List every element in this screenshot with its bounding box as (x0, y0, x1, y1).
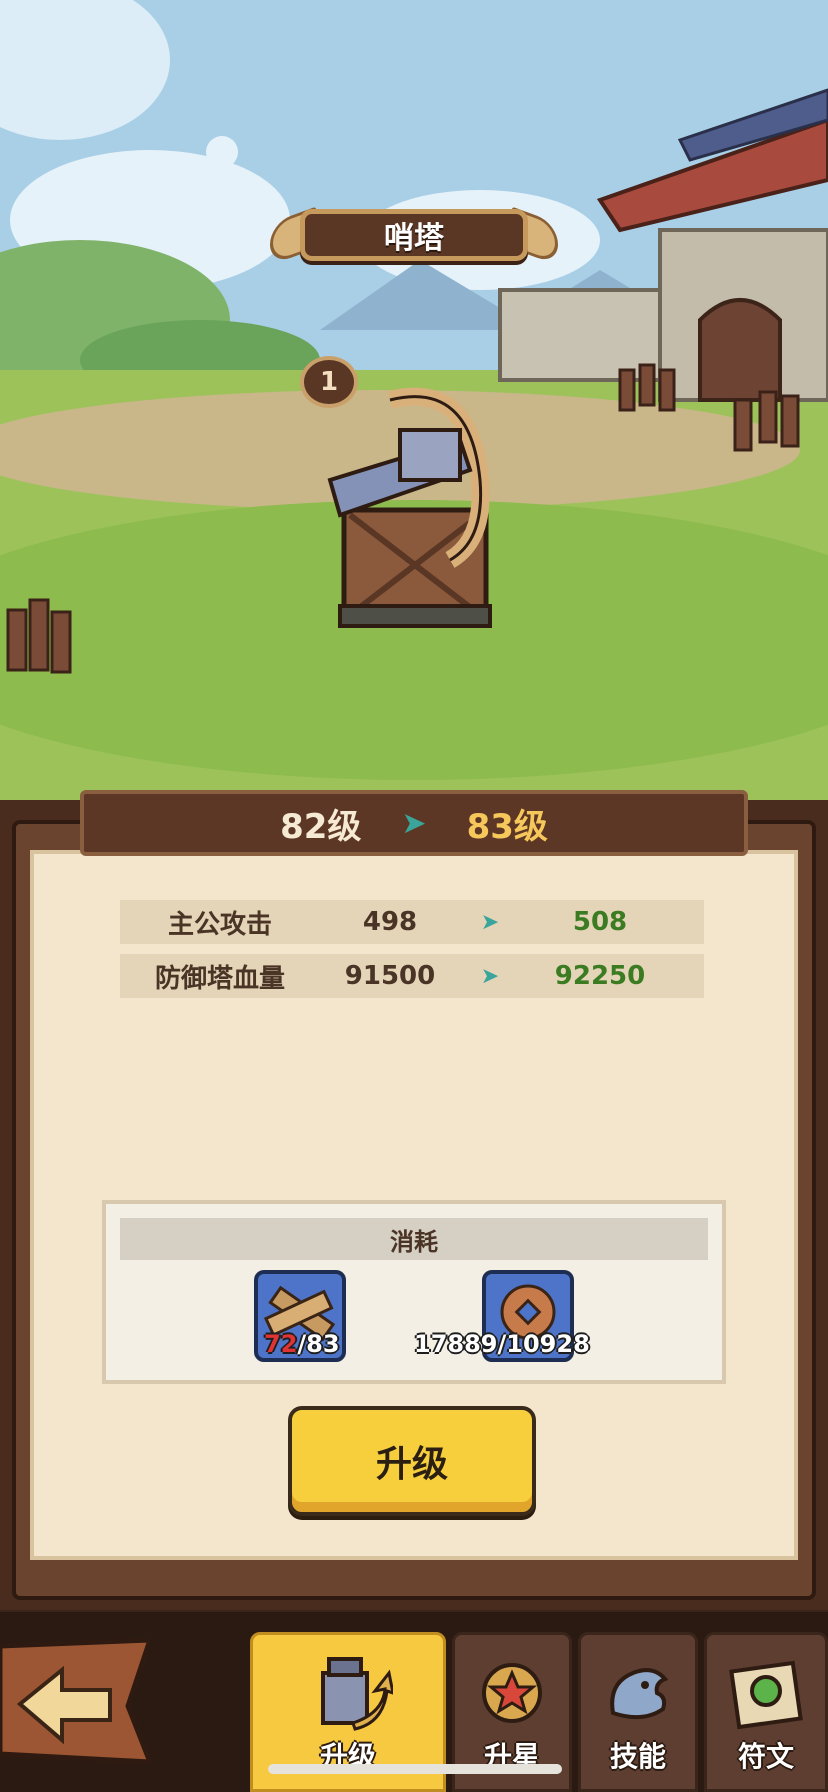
stat-row-attack: 主公攻击 498 ➤ 508 (120, 900, 704, 944)
coin-need: 10928 (506, 1330, 590, 1358)
building-name: 哨塔 (300, 209, 528, 261)
tab-rune[interactable]: 符文 (704, 1632, 828, 1792)
tab-label: 符文 (737, 1740, 794, 1773)
wood-count: 72/83 (264, 1330, 340, 1358)
coin-count: 17889/10928 (414, 1330, 590, 1358)
battlefield-scene (0, 0, 828, 800)
cost-title: 消耗 (120, 1218, 708, 1260)
star-medal-icon (482, 1663, 542, 1723)
tab-skill[interactable]: 技能 (578, 1632, 698, 1792)
back-button[interactable] (0, 1636, 154, 1766)
stat-current-value: 498 (362, 907, 418, 937)
stat-label: 防御塔血量 (154, 963, 285, 994)
stat-row-tower-hp: 防御塔血量 91500 ➤ 92250 (120, 954, 704, 998)
tower-upgrade-icon (321, 1657, 393, 1731)
dragon-skill-icon (610, 1668, 669, 1720)
back-arrow-icon (0, 1637, 154, 1765)
wood-have: 72 (264, 1330, 298, 1358)
level-change-bar: 82级 ➤ 83级 (80, 790, 748, 856)
next-level: 83级 (466, 806, 548, 847)
building-title-banner: 哨塔 (270, 205, 558, 267)
upgrade-button[interactable]: 升级 (288, 1406, 536, 1516)
arrow-right-icon: ➤ (480, 909, 500, 935)
stat-next-value: 508 (572, 907, 628, 937)
coin-have: 17889 (414, 1330, 498, 1358)
home-indicator (268, 1764, 562, 1774)
current-level: 82级 (280, 806, 362, 847)
building-level-badge: 1 (300, 356, 358, 408)
tab-label: 技能 (609, 1740, 666, 1773)
stat-label: 主公攻击 (167, 909, 272, 940)
stat-next-value: 92250 (554, 961, 646, 991)
double-arrow-icon: ➤ (401, 805, 427, 841)
wood-need: 83 (306, 1330, 340, 1358)
arrow-right-icon: ➤ (480, 963, 500, 989)
stat-current-value: 91500 (344, 961, 436, 991)
rune-scroll-icon (729, 1660, 803, 1730)
